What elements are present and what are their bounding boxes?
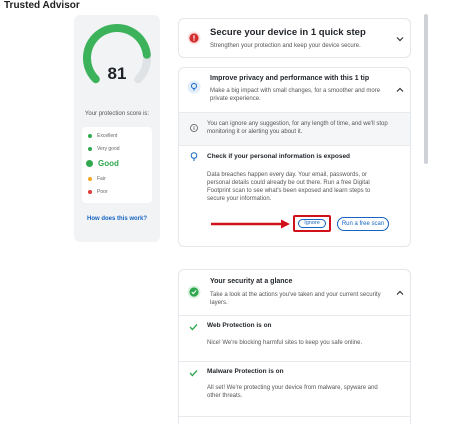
alert-icon [187, 31, 201, 45]
legend-dot [88, 147, 92, 151]
score-caption: Your protection score is: [84, 111, 150, 117]
list-item-desc: All set! We're protecting your device fr… [207, 385, 378, 399]
scrollbar[interactable] [424, 14, 428, 164]
legend-item-very-good: Very good [88, 146, 120, 152]
divider [179, 145, 410, 146]
list-item-malware-protection: Malware Protection is on All set! We're … [179, 362, 410, 412]
list-item-desc: Nice! We're blocking harmful sites to ke… [207, 340, 363, 346]
legend-label: Poor [97, 189, 108, 195]
how-does-this-work-link[interactable]: How does this work? [74, 216, 160, 222]
checkmark-badge-icon [187, 285, 201, 299]
list-item-web-protection: Web Protection is on Nice! We're blockin… [179, 316, 410, 360]
legend-dot [88, 134, 92, 138]
legend-item-excellent: Excellent [88, 133, 117, 139]
check-icon [189, 370, 198, 377]
legend-dot [88, 177, 92, 181]
secure-device-card[interactable]: Secure your device in 1 quick step Stren… [178, 18, 411, 58]
protection-score-panel: 81 Your protection score is: Excellent V… [74, 15, 160, 242]
legend-item-poor: Poor [88, 189, 108, 195]
chevron-up-icon[interactable] [396, 289, 404, 297]
score-value: 81 [107, 64, 127, 83]
secure-card-title: Secure your device in 1 quick step [210, 27, 366, 38]
tip-body: Data breaches happen every day. Your ema… [207, 172, 371, 202]
legend-dot [86, 160, 93, 167]
lightbulb-icon [190, 152, 198, 161]
legend-item-fair: Fair [88, 176, 106, 182]
privacy-tip-card: Improve privacy and performance with thi… [178, 67, 411, 247]
ignore-info-text: You can ignore any suggestion, for any l… [207, 121, 388, 135]
secure-card-subtitle: Strengthen your protection and keep your… [210, 43, 361, 49]
ignore-info-banner: You can ignore any suggestion, for any l… [179, 113, 410, 145]
glance-card-title: Your security at a glance [210, 278, 293, 285]
chevron-up-icon[interactable] [396, 86, 404, 94]
legend-dot [88, 190, 92, 194]
score-legend: Excellent Very good Good Fair Poor [82, 127, 152, 203]
legend-label: Very good [97, 146, 120, 152]
chevron-down-icon[interactable] [396, 35, 404, 43]
info-icon [190, 124, 198, 132]
privacy-card-title: Improve privacy and performance with thi… [210, 75, 370, 82]
legend-label: Good [98, 159, 119, 168]
ignore-button[interactable]: Ignore [298, 219, 326, 228]
lightbulb-icon [187, 80, 201, 94]
check-icon [189, 324, 198, 331]
legend-label: Excellent [97, 133, 118, 139]
annotation-highlight-box: Ignore [293, 215, 331, 232]
tip-title: Check if your personal information is ex… [207, 153, 351, 160]
list-item-title: Malware Protection is on [207, 368, 284, 375]
run-free-scan-button[interactable]: Run a free scan [337, 217, 389, 231]
list-item-title: Web Protection is on [207, 322, 272, 329]
legend-label: Fair [97, 176, 106, 182]
glance-card-subtitle: Take a look at the actions you've taken … [210, 292, 381, 306]
divider [179, 416, 410, 417]
security-glance-card: Your security at a glance Take a look at… [178, 269, 411, 424]
annotation-arrow-icon [211, 219, 290, 229]
legend-item-good: Good [86, 159, 119, 168]
privacy-card-subtitle: Make a big impact with small changes, fo… [210, 88, 381, 102]
app-title: Trusted Advisor [4, 0, 80, 11]
